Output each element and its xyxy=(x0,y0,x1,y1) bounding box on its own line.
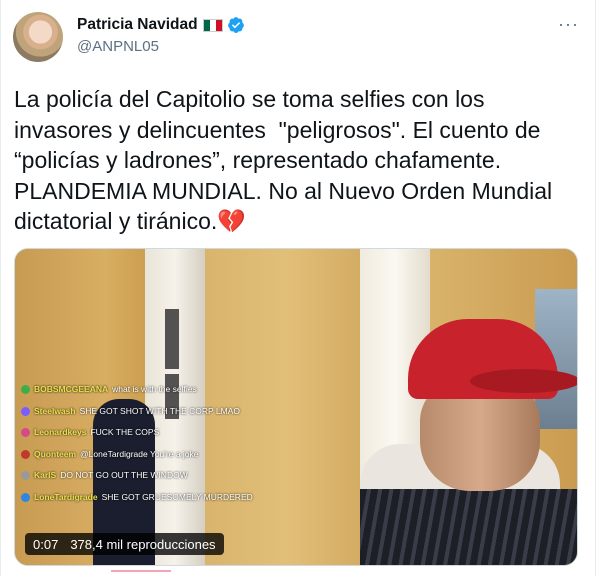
chat-line: KarlS DO NOT GO OUT THE WINDOW xyxy=(21,465,351,487)
chat-user: KarlS xyxy=(34,470,57,480)
chat-line: Quonteem @LoneTardigrade You're a joke xyxy=(21,444,351,466)
flag-stripe-red xyxy=(215,19,222,31)
chat-user: Quonteem xyxy=(34,448,77,459)
chat-message: DO NOT GO OUT THE WINDOW xyxy=(60,470,188,480)
chat-line: LoneTardigrade SHE GOT GRUESOMELY MURDERE… xyxy=(21,487,351,509)
chat-avatar-icon xyxy=(21,449,30,459)
chat-message: SHE GOT SHOT WITH THE CORP LMAO xyxy=(79,405,240,416)
chat-user: Steelwash xyxy=(34,405,76,416)
video-view-count: 378,4 mil reproducciones xyxy=(70,536,216,552)
scene-jacket xyxy=(360,489,577,565)
scene-door-panel xyxy=(165,309,179,369)
more-options-icon[interactable]: ··· xyxy=(558,14,579,35)
tweet-text: La policía del Capitolio se toma selfies… xyxy=(14,84,584,237)
author-handle[interactable]: @ANPNL05 xyxy=(77,38,159,55)
chat-avatar-icon xyxy=(21,471,30,481)
chat-line: Leonardkeys FUCK THE COPS xyxy=(21,422,351,444)
chat-message: what is with the selfies xyxy=(112,384,197,394)
chat-message: @LoneTardigrade You're a joke xyxy=(80,448,199,459)
mexico-flag-icon xyxy=(202,18,223,32)
chat-avatar-icon xyxy=(21,385,30,395)
tweet-card: Patricia Navidad @ANPNL05 ··· La policía… xyxy=(0,0,596,576)
scene-person xyxy=(360,319,577,565)
broken-heart-icon: 💔 xyxy=(217,208,246,234)
stream-chat-overlay: BOBSMCGEEANA what is with the selfies Ste… xyxy=(21,379,351,508)
verified-badge-icon xyxy=(227,17,244,33)
chat-user: BOBSMCGEEANA xyxy=(34,384,109,394)
chat-user: LoneTardigrade xyxy=(34,491,98,502)
tweet-body: La policía del Capitolio se toma selfies… xyxy=(14,86,559,234)
chat-avatar-icon xyxy=(21,492,30,502)
scene-cap-brim xyxy=(470,369,577,393)
author-name[interactable]: Patricia Navidad xyxy=(77,16,198,34)
video-status-pill: 0:07 378,4 mil reproducciones xyxy=(25,533,224,555)
chat-message: FUCK THE COPS xyxy=(90,427,160,437)
next-tweet-stub xyxy=(111,570,171,576)
avatar[interactable] xyxy=(13,12,63,62)
author-row: Patricia Navidad xyxy=(77,14,245,36)
chat-line: Steelwash SHE GOT SHOT WITH THE CORP LMAO xyxy=(21,401,351,423)
chat-avatar-icon xyxy=(21,406,30,416)
video-player[interactable]: BOBSMCGEEANA what is with the selfies Ste… xyxy=(14,248,578,566)
chat-avatar-icon xyxy=(21,428,30,438)
chat-line: BOBSMCGEEANA what is with the selfies xyxy=(21,379,351,401)
video-elapsed: 0:07 xyxy=(33,536,59,552)
chat-message: SHE GOT GRUESOMELY MURDERED xyxy=(101,491,253,502)
chat-user: Leonardkeys xyxy=(34,427,87,437)
